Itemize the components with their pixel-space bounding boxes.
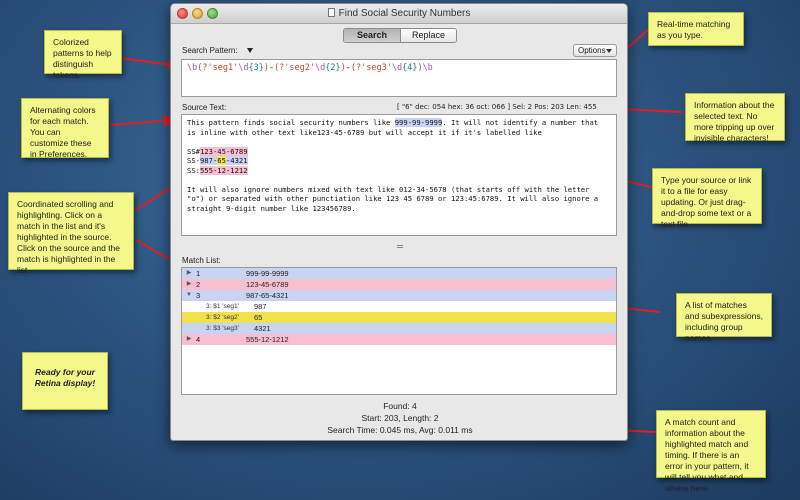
match-highlight[interactable]: 123-45-6789 (199, 146, 248, 156)
app-window: Find Social Security Numbers Search Repl… (170, 3, 628, 441)
match-index: 3: $2 'seg2' (206, 314, 239, 321)
row-indent (182, 312, 196, 323)
source-text: SS: (187, 165, 200, 175)
row-indent (182, 301, 196, 312)
source-text: "o") or separated with other punctiation… (187, 194, 599, 203)
tab-search[interactable]: Search (344, 29, 400, 42)
match-position: Start: 203, Length: 2 (361, 413, 439, 423)
match-row[interactable]: ▶ 2 123-45-6789 (182, 279, 616, 290)
pattern-token: \b (422, 63, 433, 73)
note-list-matches: A list of matches and subexpressions, in… (676, 293, 772, 343)
match-highlight[interactable]: 555-12-1212 (199, 165, 248, 175)
match-index: 4 (196, 335, 201, 344)
pattern-token: {3} (248, 63, 264, 73)
pattern-token: {2} (325, 63, 341, 73)
match-value: 65 (254, 313, 263, 322)
match-subexpression-row[interactable]: 3: $2 'seg2' 65 (182, 312, 616, 323)
match-row[interactable]: ▼ 3 987-65-4321 (182, 290, 616, 301)
source-text: SS- (187, 156, 200, 165)
title-bar: Find Social Security Numbers (171, 4, 627, 24)
match-index: 3: $1 'seg1' (206, 303, 239, 310)
match-highlight[interactable]: -4321 (225, 156, 248, 165)
match-value: 999-99-9999 (246, 269, 289, 278)
match-highlight[interactable]: 987- (199, 156, 218, 165)
search-timing: Search Time: 0.045 ms, Avg: 0.011 ms (327, 425, 473, 435)
arrow-alternating (109, 114, 178, 127)
pattern-token: (?'seg3' (350, 63, 392, 73)
window-title: Find Social Security Numbers (338, 8, 471, 19)
pattern-token: \d (238, 63, 249, 73)
match-highlight[interactable]: 999-99-9999 (394, 118, 443, 127)
selection-info: [ "6" dec: 054 hex: 36 oct: 066 ] Sel: 2… (397, 103, 597, 111)
pattern-token: \d (391, 63, 403, 73)
match-list: ▶ 1 999-99-9999 ▶ 2 123-45-6789 ▼ 3 987-65-4321 3… (181, 267, 617, 395)
pattern-token: (?'seg1' (197, 63, 239, 73)
source-text: This pattern finds social security numbe… (187, 118, 395, 127)
source-text: SS# (187, 146, 200, 156)
disclosure-triangle-icon[interactable]: ▼ (182, 290, 196, 301)
options-label: Options (578, 46, 606, 55)
note-realtime: Real-time matching as you type. (648, 12, 744, 46)
match-index: 1 (196, 269, 201, 278)
search-pattern-input[interactable]: \b(?'seg1'\d{3})-(?'seg2'\d{2})-(?'seg3'… (181, 59, 617, 97)
match-index: 2 (196, 280, 201, 289)
selected-group-highlight[interactable]: 65 (217, 156, 226, 165)
pattern-token: (?'seg2' (274, 63, 316, 73)
pattern-token: {4} (402, 63, 418, 73)
row-indent (182, 323, 196, 334)
note-colorized: Colorized patterns to help distinguish t… (44, 30, 122, 80)
source-text: It will also ignore numbers mixed with t… (187, 184, 590, 194)
pattern-token: \b (187, 63, 198, 73)
source-text: . It will not identify a number that (442, 118, 599, 127)
note-retina: Ready for your Retina display! (22, 352, 108, 410)
match-row[interactable]: ▶ 1 999-99-9999 (182, 268, 616, 279)
found-count: Found: 4 (383, 401, 417, 411)
disclosure-triangle-icon[interactable]: ▶ (182, 334, 196, 345)
source-text-area[interactable]: This pattern finds social security numbe… (181, 114, 617, 236)
disclosure-triangle-icon[interactable]: ▶ (182, 279, 196, 290)
zoom-button[interactable] (207, 8, 218, 19)
search-pattern-label: Search Pattern: (182, 46, 238, 55)
match-subexpression-row[interactable]: 3: $1 'seg1' 987 (182, 301, 616, 312)
mode-segmented-control: Search Replace (343, 28, 457, 43)
source-text-label: Source Text: (182, 103, 227, 112)
note-match-count: A match count and information about the … (656, 410, 766, 493)
match-value: 123-45-6789 (246, 280, 289, 289)
match-index: 3 (196, 291, 201, 300)
note-alternating: Alternating colors for each match. You c… (21, 98, 109, 159)
match-list-label: Match List: (182, 256, 221, 265)
source-text: is inline with other text like123-45-678… (187, 127, 542, 137)
document-icon (327, 8, 335, 17)
note-information: Information about the selected text. No … (685, 93, 785, 143)
note-coordinated: Coordinated scrolling and highlighting. … (8, 192, 134, 275)
match-value: 987 (254, 302, 267, 311)
chevron-down-icon (606, 49, 612, 53)
source-text: straight 9-digit number like 123456789. (187, 203, 356, 213)
close-button[interactable] (177, 8, 188, 19)
pattern-token: \d (315, 63, 326, 73)
match-row[interactable]: ▶ 4 555-12-1212 (182, 334, 616, 345)
minimize-button[interactable] (192, 8, 203, 19)
match-value: 4321 (254, 324, 271, 333)
tab-replace[interactable]: Replace (400, 29, 456, 42)
pattern-menu-icon[interactable] (247, 48, 253, 53)
match-subexpression-row[interactable]: 3: $3 'seg3' 4321 (182, 323, 616, 334)
window-controls (177, 8, 218, 19)
split-view-handle[interactable] (397, 245, 403, 248)
note-type-source: Type your source or link it to a file fo… (652, 168, 762, 229)
match-value: 987-65-4321 (246, 291, 289, 300)
options-popup-button[interactable]: Options (573, 44, 617, 57)
disclosure-triangle-icon[interactable]: ▶ (182, 268, 196, 279)
match-value: 555-12-1212 (246, 335, 289, 344)
match-index: 3: $3 'seg3' (206, 325, 239, 332)
